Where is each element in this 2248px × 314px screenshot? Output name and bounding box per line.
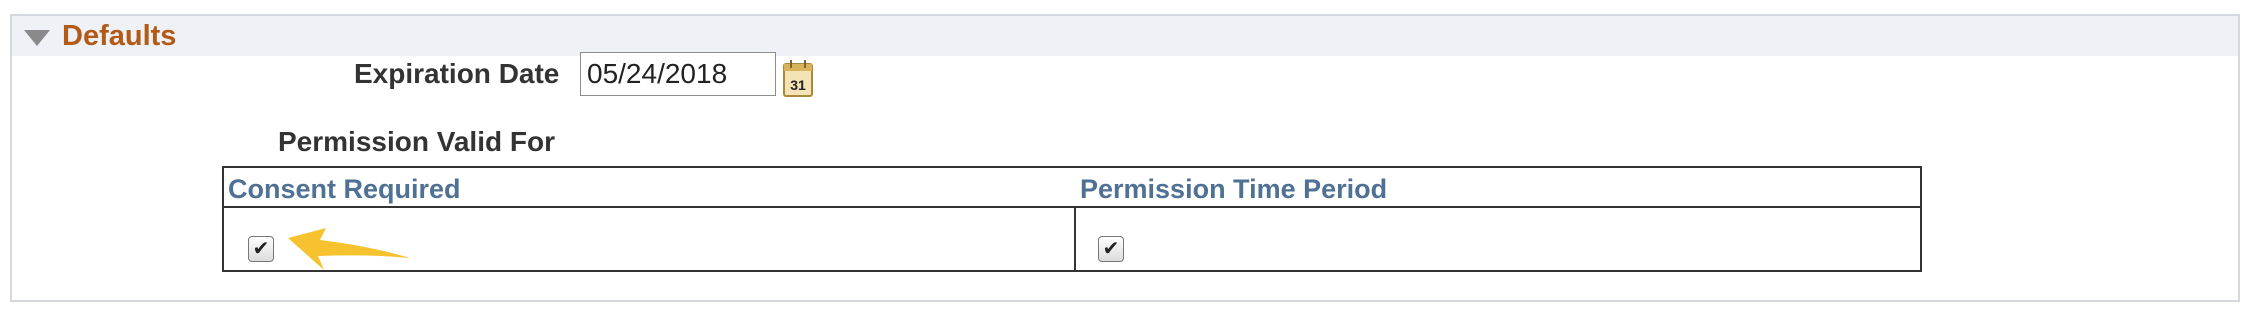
- permission-time-period-checkbox[interactable]: ✔: [1098, 236, 1124, 262]
- column-header-permission-time-period[interactable]: Permission Time Period: [1080, 174, 1387, 205]
- column-divider: [1074, 206, 1076, 272]
- arrow-left-icon: [288, 228, 410, 270]
- consent-required-checkbox[interactable]: ✔: [248, 236, 274, 262]
- permission-grid: Consent Required Permission Time Period …: [222, 166, 1922, 272]
- section-title: Defaults: [62, 20, 177, 52]
- grid-header-row: Consent Required Permission Time Period: [224, 168, 1920, 208]
- section-header[interactable]: Defaults: [12, 16, 2238, 56]
- expiration-date-input[interactable]: [580, 52, 776, 96]
- triangle-down-icon[interactable]: [22, 28, 52, 48]
- expiration-date-label: Expiration Date: [354, 58, 560, 89]
- permission-valid-for-label: Permission Valid For: [278, 126, 555, 157]
- calendar-icon[interactable]: 31: [782, 58, 816, 98]
- column-header-consent-required[interactable]: Consent Required: [228, 174, 461, 205]
- calendar-icon-text: 31: [790, 77, 806, 93]
